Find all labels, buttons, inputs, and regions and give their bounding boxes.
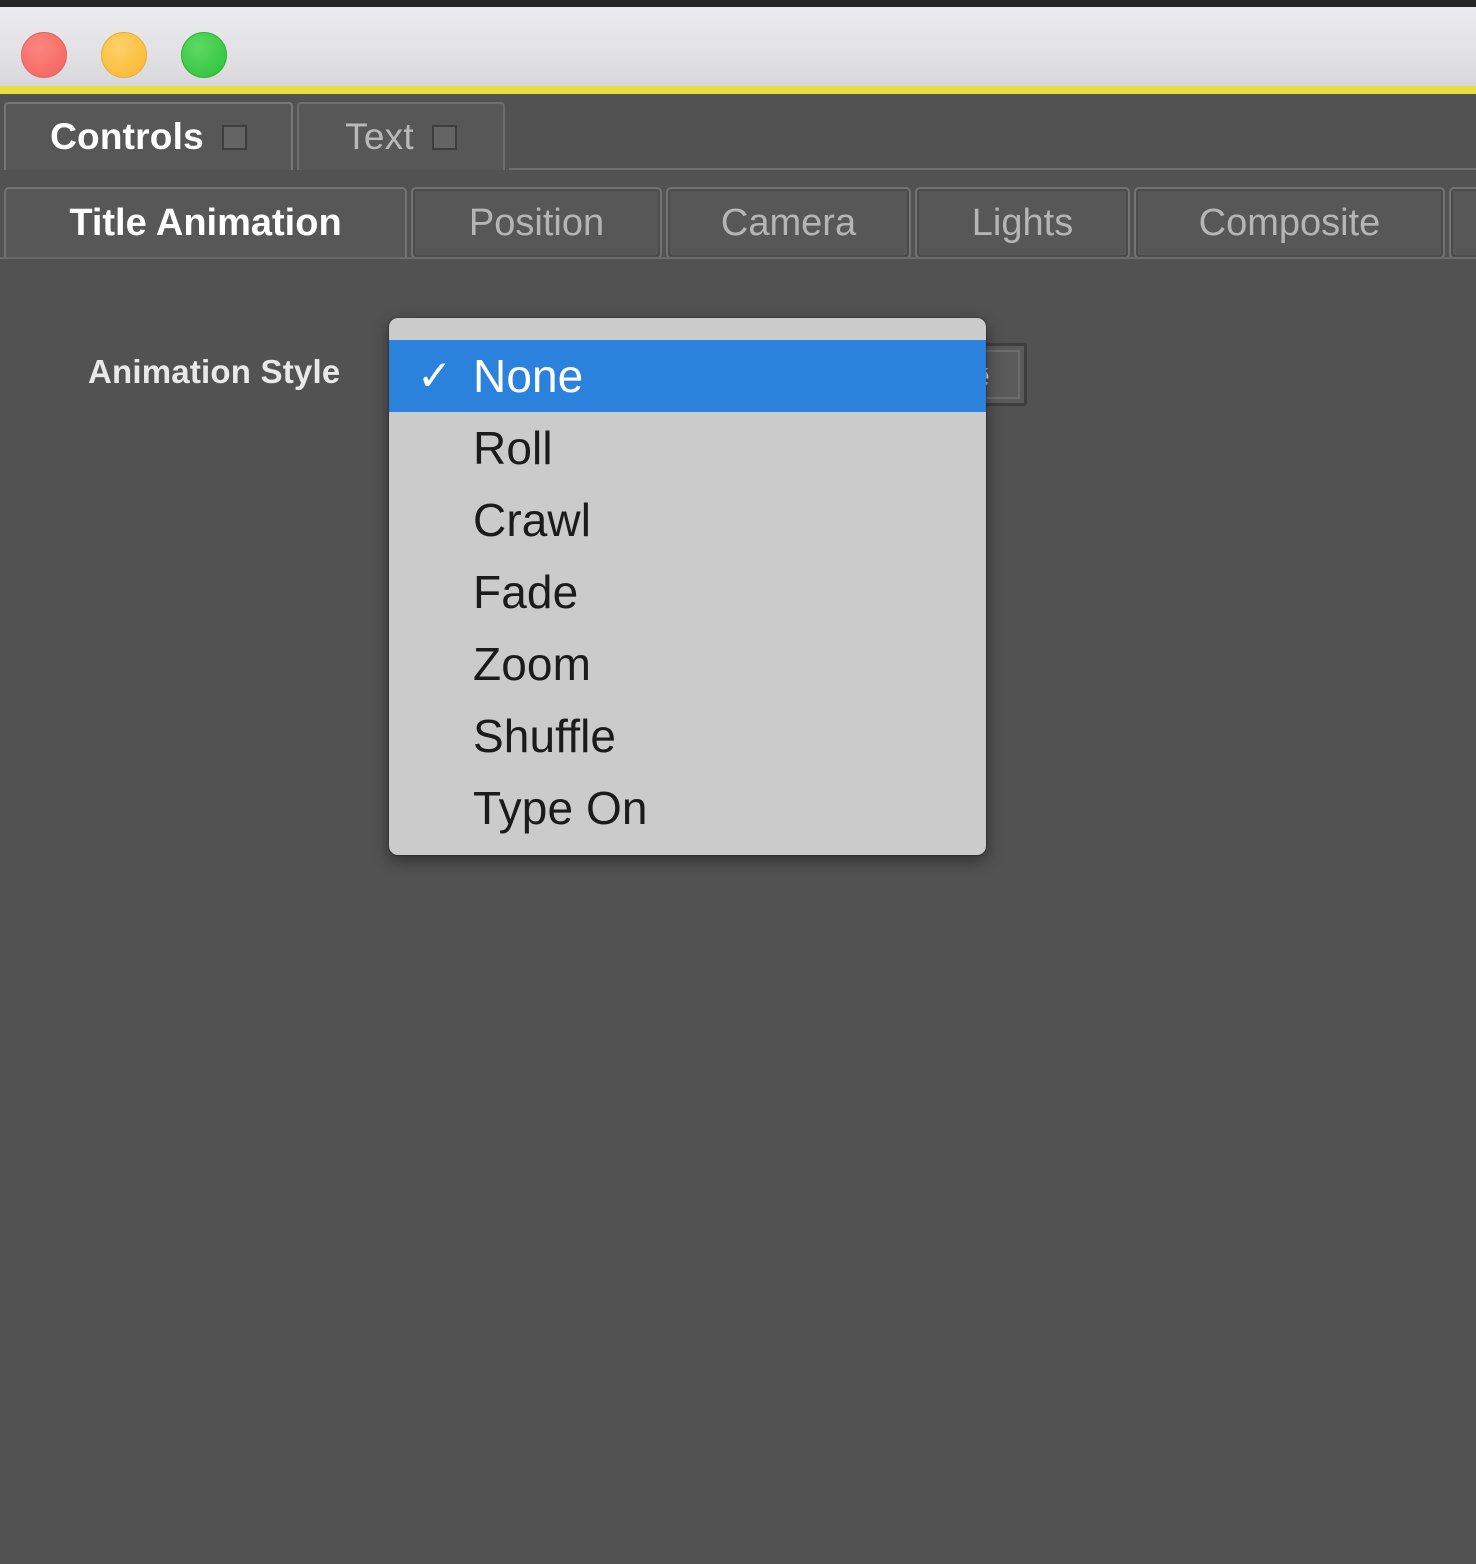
- tab-overflow-partial[interactable]: [1449, 187, 1476, 259]
- tab-lights[interactable]: Lights: [915, 187, 1130, 259]
- tab-position-label: Position: [468, 201, 605, 244]
- menu-item-fade[interactable]: Fade: [389, 556, 986, 628]
- menu-item-type-on-label: Type On: [473, 782, 648, 834]
- traffic-light-group: [21, 32, 227, 78]
- tab-controls[interactable]: Controls: [4, 102, 293, 170]
- tab-position[interactable]: Position: [411, 187, 662, 259]
- window-titlebar: [0, 0, 1476, 86]
- tab-composite[interactable]: Composite: [1134, 187, 1445, 259]
- menu-item-roll[interactable]: Roll: [389, 412, 986, 484]
- menu-item-crawl[interactable]: Crawl: [389, 484, 986, 556]
- animation-style-popup-menu[interactable]: ✓ None Roll Crawl Fade Zoom Shuffle Type…: [389, 318, 986, 855]
- tab-composite-label: Composite: [1198, 201, 1381, 244]
- secondary-tab-bar: Title Animation Position Camera Lights C…: [0, 183, 1476, 275]
- close-window-button[interactable]: [21, 32, 67, 78]
- tab-title-animation-label: Title Animation: [69, 201, 342, 244]
- content-pane: Animation Style None ✓ None Roll Crawl: [0, 275, 1476, 1564]
- menu-item-type-on[interactable]: Type On: [389, 772, 986, 844]
- tab-camera-label: Camera: [720, 201, 857, 244]
- menu-item-shuffle-label: Shuffle: [473, 710, 617, 762]
- application-window: Controls Text Title Animation Position C…: [0, 0, 1476, 1564]
- tab-camera[interactable]: Camera: [666, 187, 911, 259]
- menu-item-roll-label: Roll: [473, 422, 553, 474]
- tab-text-checkbox[interactable]: [431, 124, 457, 150]
- tab-text-label: Text: [345, 116, 414, 157]
- tab-title-animation[interactable]: Title Animation: [4, 187, 407, 259]
- primary-tab-bar: Controls Text: [0, 94, 1476, 178]
- checkmark-icon: ✓: [417, 352, 453, 399]
- menu-item-crawl-label: Crawl: [473, 494, 592, 546]
- tab-controls-checkbox[interactable]: [221, 124, 247, 150]
- maximize-window-button[interactable]: [181, 32, 227, 78]
- menu-item-fade-label: Fade: [473, 566, 579, 618]
- primary-tab-bar-filler: [509, 102, 1476, 170]
- menu-item-zoom-label: Zoom: [473, 638, 591, 690]
- tab-lights-label: Lights: [971, 201, 1074, 244]
- accent-rule: [0, 86, 1476, 94]
- menu-item-none-label: None: [473, 350, 584, 402]
- tab-controls-label: Controls: [50, 116, 204, 157]
- menu-item-none[interactable]: ✓ None: [389, 340, 986, 412]
- minimize-window-button[interactable]: [101, 32, 147, 78]
- menu-item-zoom[interactable]: Zoom: [389, 628, 986, 700]
- menu-item-shuffle[interactable]: Shuffle: [389, 700, 986, 772]
- tab-text[interactable]: Text: [297, 102, 505, 170]
- secondary-tab-underline: [0, 257, 1476, 259]
- animation-style-label: Animation Style: [88, 353, 341, 390]
